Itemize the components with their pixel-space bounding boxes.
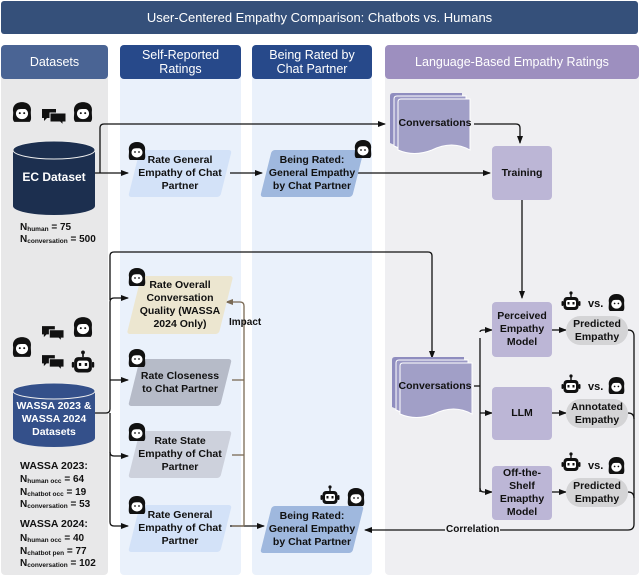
human-icon <box>607 456 626 475</box>
wassa-2023-heading: WASSA 2023: <box>20 460 88 472</box>
wassa-2023-stat: Nhuman occ = 64 <box>20 474 85 485</box>
human-icon <box>72 101 94 123</box>
ec-being-rated: Being Rated: General Empathy by Chat Par… <box>260 150 364 197</box>
ec-rate-general-empathy: Rate General Empathy of Chat Partner <box>128 150 232 197</box>
vs-label: vs. <box>588 381 604 393</box>
impact-label: Impact <box>229 317 262 328</box>
human-icon <box>11 101 33 123</box>
rate-state-empathy: Rate State Empathy of Chat Partner <box>128 431 232 478</box>
chat-bubbles-icon <box>42 109 66 125</box>
robot-icon <box>561 374 581 396</box>
human-icon <box>346 487 366 507</box>
human-icon <box>607 376 626 395</box>
human-icon <box>11 336 33 358</box>
wassa-2024-stat: Nhuman occ = 40 <box>20 533 85 544</box>
off-the-shelf-model: Off-the-Shelf Emapthy Model <box>492 466 552 520</box>
wassa-being-rated: Being Rated: General Empathy by Chat Par… <box>260 506 364 553</box>
human-icon <box>127 495 147 515</box>
perceived-empathy-model: Perceived Empathy Model <box>492 302 552 357</box>
predicted-empathy-output: Predicted Empathy <box>566 478 628 507</box>
wassa-dataset-label: WASSA 2023 & WASSA 2024 Datasets <box>16 400 92 438</box>
human-icon <box>72 316 94 338</box>
training-node: Training <box>492 146 552 200</box>
wassa-2024-stat: Nconversation = 102 <box>20 558 96 569</box>
chat-bubbles-icon <box>42 355 64 370</box>
rate-closeness: Rate Closeness to Chat Partner <box>128 359 232 406</box>
wassa-2023-stat: Nconversation = 53 <box>20 499 91 510</box>
llm-model: LLM <box>492 387 552 440</box>
wassa-bracket <box>95 295 129 414</box>
conversations-bottom: Conversations <box>390 357 476 419</box>
predicted-empathy-output: Predicted Empathy <box>566 316 628 345</box>
robot-icon <box>561 291 581 313</box>
rate-general-empathy-wassa: Rate General Empathy of Chat Partner <box>128 505 232 552</box>
rate-conversation-quality: Rate Overall Conversation Quality (WASSA… <box>126 276 234 334</box>
annotated-empathy-output: Annotated Empathy <box>566 399 628 428</box>
vs-label: vs. <box>588 298 604 310</box>
robot-icon <box>320 485 340 507</box>
human-icon <box>127 267 147 287</box>
conversations-to-training-arrow <box>474 123 523 144</box>
correlation-label: Correlation <box>445 524 501 535</box>
conversations-top: Conversations <box>388 93 474 155</box>
vs-label: vs. <box>588 460 604 472</box>
robot-icon <box>71 350 95 376</box>
ec-dataset-label: EC Dataset <box>22 170 86 184</box>
wassa-2024-heading: WASSA 2024: <box>20 518 88 530</box>
human-icon <box>127 141 147 161</box>
ec-stat-conversation: Nconversation = 500 <box>20 234 96 245</box>
chat-bubbles-icon <box>42 326 64 341</box>
human-icon <box>607 293 626 312</box>
human-icon <box>127 422 147 442</box>
human-icon <box>127 348 147 368</box>
robot-icon <box>561 452 581 474</box>
human-icon <box>353 139 373 159</box>
